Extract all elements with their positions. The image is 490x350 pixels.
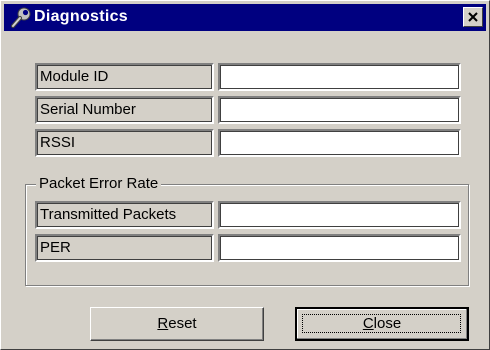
packet-error-rate-legend: Packet Error Rate xyxy=(36,175,162,192)
title-bar[interactable]: Diagnostics xyxy=(4,4,486,31)
transmitted-packets-field[interactable] xyxy=(218,201,461,229)
serial-number-field[interactable] xyxy=(218,96,461,124)
window-title: Diagnostics xyxy=(34,8,128,25)
per-field[interactable] xyxy=(218,234,461,262)
close-button[interactable]: Close xyxy=(295,307,469,341)
module-id-label: Module ID xyxy=(35,63,214,91)
module-id-field[interactable] xyxy=(218,63,461,91)
reset-button[interactable]: Reset xyxy=(90,307,264,341)
close-icon[interactable] xyxy=(463,7,483,27)
rssi-label: RSSI xyxy=(35,129,214,157)
wrench-icon xyxy=(10,7,32,29)
reset-button-label: Reset xyxy=(157,315,197,332)
diagnostics-dialog: Diagnostics Module ID Serial Number RSSI… xyxy=(0,0,490,350)
per-label: PER xyxy=(35,234,214,262)
rssi-field[interactable] xyxy=(218,129,461,157)
close-button-label: Close xyxy=(362,315,402,332)
transmitted-packets-label: Transmitted Packets xyxy=(35,201,214,229)
serial-number-label: Serial Number xyxy=(35,96,214,124)
